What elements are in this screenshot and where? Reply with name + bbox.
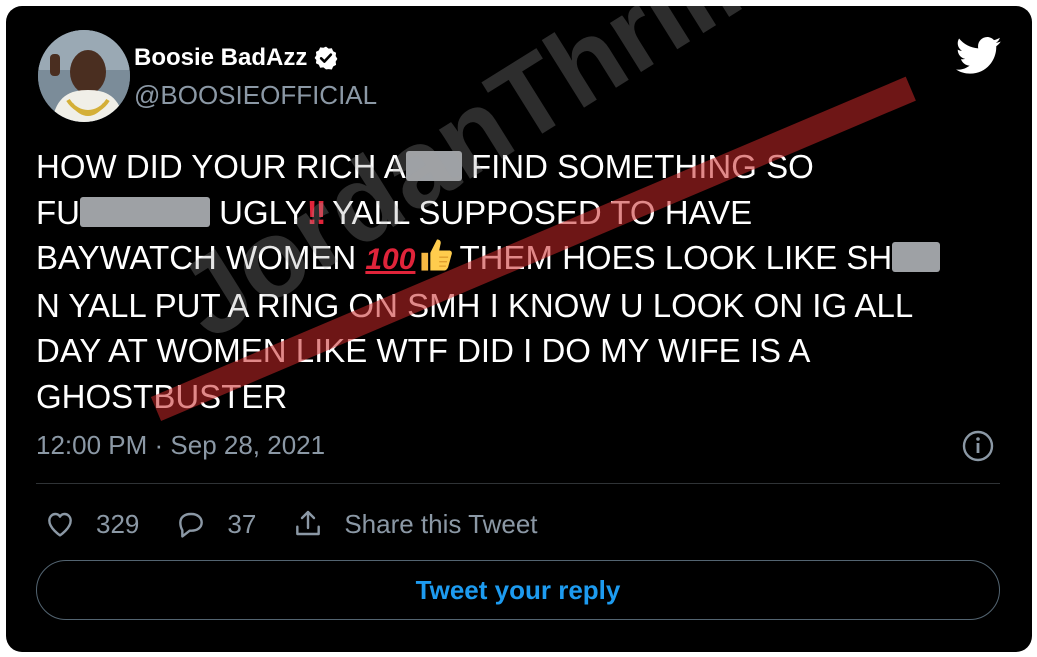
share-icon	[296, 510, 321, 536]
heart-icon	[48, 512, 72, 537]
info-icon[interactable]	[962, 430, 994, 462]
redaction-box	[80, 196, 210, 227]
tweet-your-reply-button[interactable]: Tweet your reply	[36, 560, 1000, 620]
reply-button[interactable]: 37	[175, 508, 256, 540]
thumbs-up-emoji-icon	[421, 239, 453, 271]
tweet-text-segment: THEM HOES LOOK LIKE SH	[459, 239, 893, 277]
twitter-bird-icon[interactable]	[956, 36, 1002, 76]
verified-badge-icon	[314, 46, 338, 70]
profile-photo-icon	[38, 30, 130, 122]
tweet-line: FU UGLY‼ YALL SUPPOSED TO HAVE	[36, 190, 1011, 236]
author-name[interactable]: Boosie BadAzz	[134, 44, 307, 72]
tweet-line: DAY AT WOMEN LIKE WTF DID I DO MY WIFE I…	[36, 332, 811, 370]
redaction-box	[892, 242, 941, 273]
share-button[interactable]: Share this Tweet	[292, 508, 538, 540]
tweet-card: Boosie BadAzz @BOOSIEOFFICIAL HOW DID YO…	[6, 6, 1032, 652]
tweet-text-segment: FIND SOMETHING SO	[470, 148, 814, 185]
divider	[36, 483, 1000, 484]
hundred-points-emoji: 100	[365, 243, 416, 277]
tweet-text-segment: YALL SUPPOSED TO HAVE	[332, 193, 753, 231]
tweet-line: N YALL PUT A RING ON SMH I KNOW U LOOK O…	[36, 286, 914, 324]
reply-count: 37	[227, 508, 257, 539]
author-name-row[interactable]: Boosie BadAzz	[134, 44, 339, 72]
double-exclamation-emoji: ‼	[306, 193, 327, 231]
tweet-text-segment: HOW DID YOUR RICH A	[36, 148, 406, 185]
author-handle[interactable]: @BOOSIEOFFICIAL	[134, 80, 377, 110]
tweet-line: GHOSTBUSTER	[36, 377, 288, 415]
tweet-text-segment: BAYWATCH WOMEN	[36, 239, 357, 277]
tweet-actions: 329 37 Share this Tweet	[44, 508, 574, 540]
share-label: Share this Tweet	[344, 508, 538, 539]
reply-bubble-icon	[179, 512, 204, 538]
avatar[interactable]	[38, 30, 130, 122]
tweet-timestamp[interactable]: 12:00 PM · Sep 28, 2021	[36, 430, 325, 460]
tweet-line: BAYWATCH WOMEN 100 THEM HOES LOOK LIKE SH	[36, 235, 1011, 283]
redaction-box	[405, 151, 462, 181]
tweet-text-segment: UGLY	[219, 193, 307, 231]
tweet-text-segment: FU	[36, 193, 80, 231]
like-count: 329	[96, 508, 140, 539]
tweet-line: HOW DID YOUR RICH A FIND SOMETHING SO	[36, 144, 1011, 190]
like-button[interactable]: 329	[44, 508, 139, 540]
tweet-text: HOW DID YOUR RICH A FIND SOMETHING SO FU…	[36, 144, 1011, 420]
